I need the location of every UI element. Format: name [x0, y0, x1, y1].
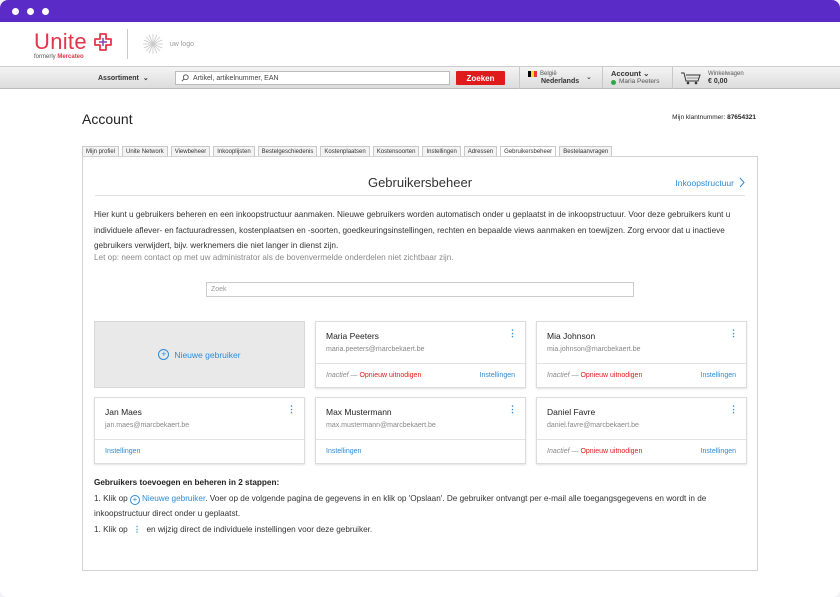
user-email: jan.maes@marcbekaert.be	[105, 422, 190, 429]
kebab-menu-icon[interactable]: ⋮	[729, 329, 738, 338]
user-card: Maria Peeters maria.peeters@marcbekaert.…	[315, 321, 526, 388]
new-user-button[interactable]: + Nieuwe gebruiker	[94, 321, 305, 388]
user-search-input[interactable]: Zoek	[206, 282, 634, 297]
settings-link[interactable]: Instellingen	[326, 448, 361, 455]
assortiment-menu[interactable]: Assortiment ⌄	[98, 67, 149, 89]
tab-instellingen[interactable]: Instellingen	[422, 146, 461, 156]
tab-mijn-profiel[interactable]: Mijn profiel	[82, 146, 120, 156]
belgium-flag-icon	[528, 71, 537, 77]
search-input[interactable]: Artikel, artikelnummer, EAN	[175, 71, 450, 85]
settings-link[interactable]: Instellingen	[701, 448, 736, 455]
nav-divider	[519, 67, 520, 89]
settings-link[interactable]: Instellingen	[105, 448, 140, 455]
brand-bar: Unite formerly Mercateo uw logo	[0, 22, 840, 66]
user-email: daniel.favre@marcbekaert.be	[547, 422, 639, 429]
chevron-down-icon: ⌄	[643, 69, 650, 78]
step-2: 1. Klik op ⋮ en wijzig direct de individ…	[94, 524, 373, 534]
brand-divider	[126, 29, 128, 59]
customer-number: Mijn klantnummer: 87654321	[672, 114, 756, 121]
chevron-right-icon	[739, 177, 745, 188]
shopping-cart[interactable]: Winkelwagen € 0,00	[680, 67, 744, 89]
user-email: maria.peeters@marcbekaert.be	[326, 346, 425, 353]
settings-link[interactable]: Instellingen	[701, 372, 736, 379]
user-name: Jan Maes	[105, 407, 142, 417]
plus-circle-icon: +	[129, 494, 140, 505]
instructions-heading: Gebruikers toevoegen en beheren in 2 sta…	[94, 478, 280, 487]
user-email: mia.johnson@marcbekaert.be	[547, 346, 641, 353]
kebab-menu-icon[interactable]: ⋮	[508, 405, 517, 414]
reinvite-link[interactable]: Opnieuw uitnodigen	[580, 372, 642, 379]
tab-bestelaanvragen[interactable]: Bestelaanvragen	[559, 146, 613, 156]
tab-inkooplijsten[interactable]: Inkooplijsten	[213, 146, 255, 156]
step-1: 1. Klik op + Nieuwe gebruiker. Voer op de…	[94, 493, 707, 519]
intro-text: Hier kunt u gebruikers beheren en een in…	[94, 210, 731, 250]
window-minimize-dot[interactable]	[27, 7, 34, 15]
page-title: Account	[82, 111, 133, 127]
nav-divider	[602, 67, 603, 89]
divider	[95, 195, 745, 196]
reinvite-link[interactable]: Opnieuw uitnodigen	[580, 448, 642, 455]
user-management-panel: Gebruikersbeheer Inkoopstructuur Hier ku…	[82, 156, 758, 571]
tab-kostensoorten[interactable]: Kostensoorten	[372, 146, 420, 156]
sunburst-icon	[142, 34, 163, 54]
kebab-menu-icon: ⋮	[132, 524, 142, 534]
plus-circle-icon: +	[158, 349, 170, 360]
unite-logo[interactable]: Unite formerly Mercateo	[34, 29, 113, 60]
window-close-dot[interactable]	[12, 7, 19, 15]
new-user-link[interactable]: Nieuwe gebruiker	[142, 494, 205, 503]
window-titlebar	[0, 0, 840, 22]
cart-icon	[681, 72, 701, 85]
reinvite-link[interactable]: Opnieuw uitnodigen	[359, 372, 421, 379]
kebab-menu-icon[interactable]: ⋮	[729, 405, 738, 414]
inactive-label: Inactief —	[547, 372, 579, 379]
online-status-dot	[611, 79, 616, 85]
tab-unite-network[interactable]: Unite Network	[122, 146, 168, 156]
account-page: Account Mijn klantnummer: 87654321 Mijn …	[0, 89, 840, 597]
settings-link[interactable]: Instellingen	[480, 372, 515, 379]
unite-logo-icon	[93, 32, 112, 51]
account-menu[interactable]: Account ⌄ Maria Peeters	[611, 67, 659, 89]
partner-logo: uw logo	[142, 33, 194, 55]
panel-title: Gebruikersbeheer	[367, 175, 473, 190]
inactive-label: Inactief —	[326, 372, 358, 379]
user-email: max.mustermann@marcbekaert.be	[326, 422, 436, 429]
user-name: Maria Peeters	[326, 331, 379, 341]
chevron-down-icon: ⌄	[586, 74, 592, 81]
admin-note: Let op: neem contact op met uw administr…	[94, 253, 454, 262]
inactive-label: Inactief —	[547, 448, 579, 455]
tab-kostenplaatsen[interactable]: Kostenplaatsen	[320, 146, 370, 156]
main-nav: Assortiment ⌄ Artikel, artikelnummer, EA…	[0, 66, 840, 89]
user-name: Max Mustermann	[326, 407, 392, 417]
tab-bestelgeschiedenis[interactable]: Bestelgeschiedenis	[257, 146, 318, 156]
country-language-selector[interactable]: België Nederlands	[528, 67, 579, 89]
window-maximize-dot[interactable]	[42, 7, 49, 15]
user-card: Max Mustermann max.mustermann@marcbekaer…	[315, 397, 526, 464]
kebab-menu-icon[interactable]: ⋮	[287, 405, 296, 414]
instructions: Gebruikers toevoegen en beheren in 2 sta…	[94, 475, 754, 537]
browser-window: Unite formerly Mercateo uw logo Assortim…	[0, 0, 840, 597]
nav-divider	[672, 67, 673, 89]
search-icon	[181, 74, 189, 82]
brand-subtitle: formerly Mercateo	[34, 53, 84, 60]
user-card: Mia Johnson mia.johnson@marcbekaert.be ⋮…	[536, 321, 747, 388]
user-name: Mia Johnson	[547, 331, 596, 341]
brand-name: Unite	[34, 28, 87, 54]
chevron-down-icon: ⌄	[142, 75, 149, 82]
kebab-menu-icon[interactable]: ⋮	[508, 329, 517, 338]
user-card: Daniel Favre daniel.favre@marcbekaert.be…	[536, 397, 747, 464]
tab-viewbeheer[interactable]: Viewbeheer	[170, 146, 211, 156]
user-card: Jan Maes jan.maes@marcbekaert.be ⋮ Inste…	[94, 397, 305, 464]
user-name: Daniel Favre	[547, 407, 596, 417]
inkoopstructuur-link[interactable]: Inkoopstructuur	[675, 177, 745, 188]
search-button[interactable]: Zoeken	[456, 71, 505, 85]
partner-logo-text: uw logo	[169, 40, 194, 48]
tab-adressen[interactable]: Adressen	[463, 146, 498, 156]
